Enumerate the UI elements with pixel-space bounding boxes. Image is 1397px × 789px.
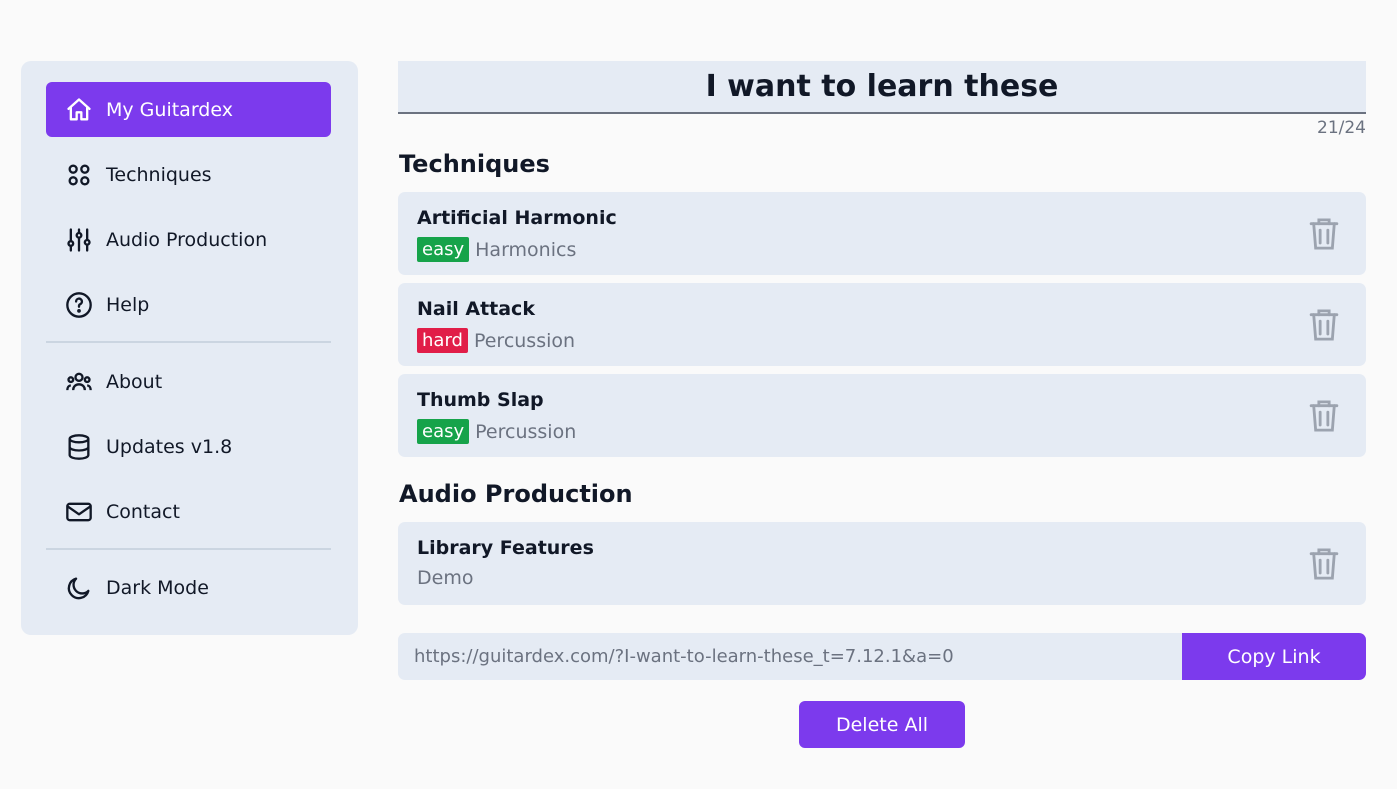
- sidebar-item-label: About: [106, 370, 163, 393]
- sidebar-item-my-guitardex[interactable]: My Guitardex: [46, 82, 331, 137]
- sidebar-item-audio-production[interactable]: Audio Production: [46, 212, 331, 267]
- audio-production-card[interactable]: Library Features Demo: [398, 522, 1366, 605]
- card-title: Nail Attack: [417, 298, 535, 320]
- card-title: Library Features: [417, 537, 594, 559]
- sidebar-item-label: Audio Production: [106, 228, 268, 251]
- list-title-field[interactable]: [398, 61, 1366, 114]
- sidebar-item-label: Contact: [106, 500, 180, 523]
- card-meta: Demo: [417, 567, 473, 589]
- delete-item-button[interactable]: [1308, 216, 1340, 252]
- list-title-input[interactable]: [398, 69, 1366, 104]
- technique-card[interactable]: Thumb Slap easy Percussion: [398, 374, 1366, 457]
- character-counter: 21/24: [1317, 118, 1366, 138]
- trash-icon: [1309, 548, 1339, 580]
- delete-item-button[interactable]: [1308, 546, 1340, 582]
- sidebar-item-label: Help: [106, 293, 150, 316]
- card-category: Percussion: [475, 420, 577, 443]
- sidebar-divider: [46, 341, 331, 343]
- trash-icon: [1309, 400, 1339, 432]
- trash-icon: [1309, 218, 1339, 250]
- copy-link-button[interactable]: Copy Link: [1182, 633, 1366, 680]
- delete-item-button[interactable]: [1308, 307, 1340, 343]
- sidebar-item-label: Dark Mode: [106, 576, 209, 599]
- card-category: Demo: [417, 567, 474, 589]
- delete-all-button[interactable]: Delete All: [799, 701, 965, 748]
- database-icon: [64, 432, 94, 462]
- difficulty-badge: easy: [417, 237, 470, 262]
- sidebar-divider: [46, 548, 331, 550]
- card-meta: easy Harmonics: [417, 237, 576, 262]
- grid-icon: [64, 160, 94, 190]
- sidebar: My Guitardex Techniques Audio Production…: [21, 61, 358, 635]
- section-heading-audio-production: Audio Production: [399, 480, 633, 508]
- card-meta: easy Percussion: [417, 419, 576, 444]
- delete-item-button[interactable]: [1308, 398, 1340, 434]
- sidebar-item-label: Updates v1.8: [106, 435, 233, 458]
- sidebar-item-dark-mode[interactable]: Dark Mode: [46, 560, 331, 615]
- card-category: Harmonics: [475, 238, 577, 261]
- card-title: Thumb Slap: [417, 389, 544, 411]
- difficulty-badge: easy: [417, 419, 470, 444]
- moon-icon: [64, 573, 94, 603]
- card-title: Artificial Harmonic: [417, 207, 617, 229]
- sidebar-item-contact[interactable]: Contact: [46, 484, 331, 539]
- trash-icon: [1309, 309, 1339, 341]
- difficulty-badge: hard: [417, 328, 468, 353]
- card-category: Percussion: [473, 329, 576, 352]
- section-heading-techniques: Techniques: [399, 150, 550, 178]
- technique-card[interactable]: Artificial Harmonic easy Harmonics: [398, 192, 1366, 275]
- sidebar-item-updates[interactable]: Updates v1.8: [46, 419, 331, 474]
- help-circle-icon: [64, 290, 94, 320]
- sidebar-item-label: My Guitardex: [106, 98, 233, 121]
- sliders-icon: [64, 225, 94, 255]
- share-link-field[interactable]: https://guitardex.com/?I-want-to-learn-t…: [398, 633, 1182, 680]
- home-icon: [64, 95, 94, 125]
- users-icon: [64, 367, 94, 397]
- sidebar-item-label: Techniques: [106, 163, 212, 186]
- sidebar-item-help[interactable]: Help: [46, 277, 331, 332]
- mail-icon: [64, 497, 94, 527]
- card-meta: hard Percussion: [417, 328, 575, 353]
- sidebar-item-about[interactable]: About: [46, 354, 331, 409]
- sidebar-item-techniques[interactable]: Techniques: [46, 147, 331, 202]
- technique-card[interactable]: Nail Attack hard Percussion: [398, 283, 1366, 366]
